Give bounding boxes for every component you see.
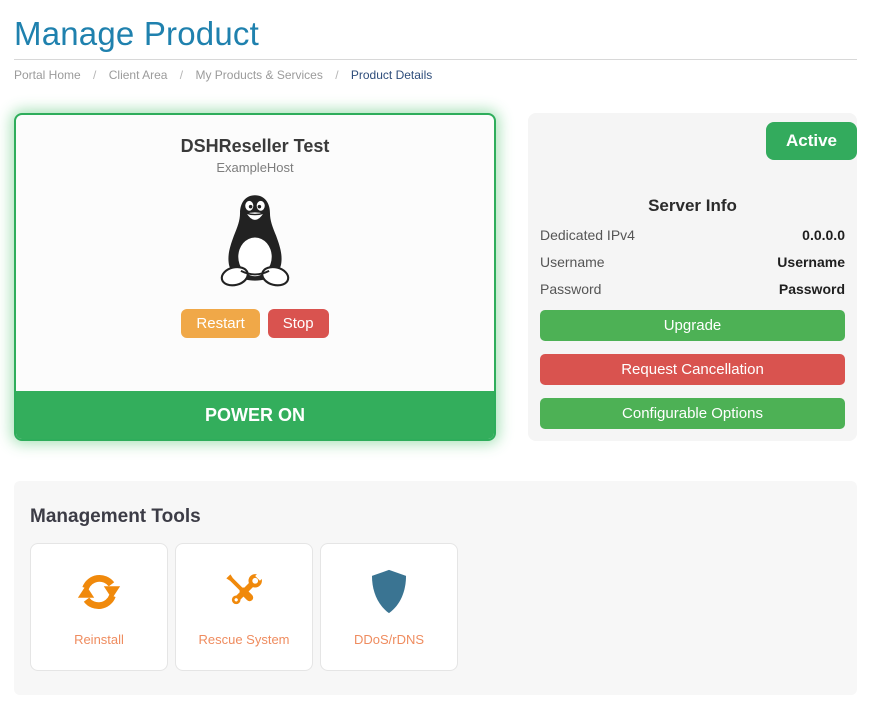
tool-label: Reinstall [74, 632, 124, 647]
management-tools-card: Management Tools Reinstall [14, 481, 857, 695]
breadcrumb: Portal Home / Client Area / My Products … [14, 68, 857, 82]
tool-tile-reinstall[interactable]: Reinstall [30, 543, 168, 671]
request-cancellation-button[interactable]: Request Cancellation [540, 354, 845, 385]
power-status-bar: POWER ON [16, 391, 494, 439]
server-info-card: Active Server Info Dedicated IPv4 0.0.0.… [528, 113, 857, 441]
management-tools-heading: Management Tools [30, 506, 841, 528]
info-label: Dedicated IPv4 [540, 227, 635, 243]
server-info-rows: Dedicated IPv4 0.0.0.0 Username Username… [540, 227, 845, 297]
info-value: 0.0.0.0 [802, 227, 845, 243]
product-card: DSHReseller Test ExampleHost [14, 113, 496, 441]
main-row: DSHReseller Test ExampleHost [14, 113, 857, 441]
info-row-username: Username Username [540, 254, 845, 270]
breadcrumb-product-details[interactable]: Product Details [351, 68, 432, 82]
tool-tile-rescue-system[interactable]: Rescue System [175, 543, 313, 671]
restart-button[interactable]: Restart [181, 309, 259, 338]
tux-linux-icon [211, 189, 299, 293]
shield-icon [364, 567, 414, 617]
upgrade-button[interactable]: Upgrade [540, 310, 845, 341]
info-row-dedicated-ipv4: Dedicated IPv4 0.0.0.0 [540, 227, 845, 243]
product-name: DSHReseller Test [181, 136, 330, 157]
breadcrumb-separator: / [93, 68, 96, 82]
info-value: Username [777, 254, 845, 270]
status-badge: Active [766, 122, 857, 160]
breadcrumb-my-products[interactable]: My Products & Services [195, 68, 322, 82]
management-tools-row: Reinstall [30, 543, 841, 671]
info-row-password: Password Password [540, 281, 845, 297]
page: Manage Product Portal Home / Client Area… [0, 15, 871, 695]
info-label: Username [540, 254, 605, 270]
power-controls: Restart Stop [181, 309, 328, 338]
configurable-options-button[interactable]: Configurable Options [540, 398, 845, 429]
stop-button[interactable]: Stop [268, 309, 329, 338]
info-value: Password [779, 281, 845, 297]
page-title: Manage Product [14, 15, 857, 53]
title-divider [14, 59, 857, 60]
info-label: Password [540, 281, 601, 297]
tool-label: Rescue System [198, 632, 289, 647]
screwdriver-wrench-icon [219, 567, 269, 617]
tool-tile-ddos-rdns[interactable]: DDoS/rDNS [320, 543, 458, 671]
breadcrumb-portal-home[interactable]: Portal Home [14, 68, 81, 82]
sync-icon [74, 567, 124, 617]
tool-label: DDoS/rDNS [354, 632, 424, 647]
breadcrumb-client-area[interactable]: Client Area [109, 68, 168, 82]
product-hostname: ExampleHost [216, 160, 293, 175]
breadcrumb-separator: / [335, 68, 338, 82]
breadcrumb-separator: / [180, 68, 183, 82]
